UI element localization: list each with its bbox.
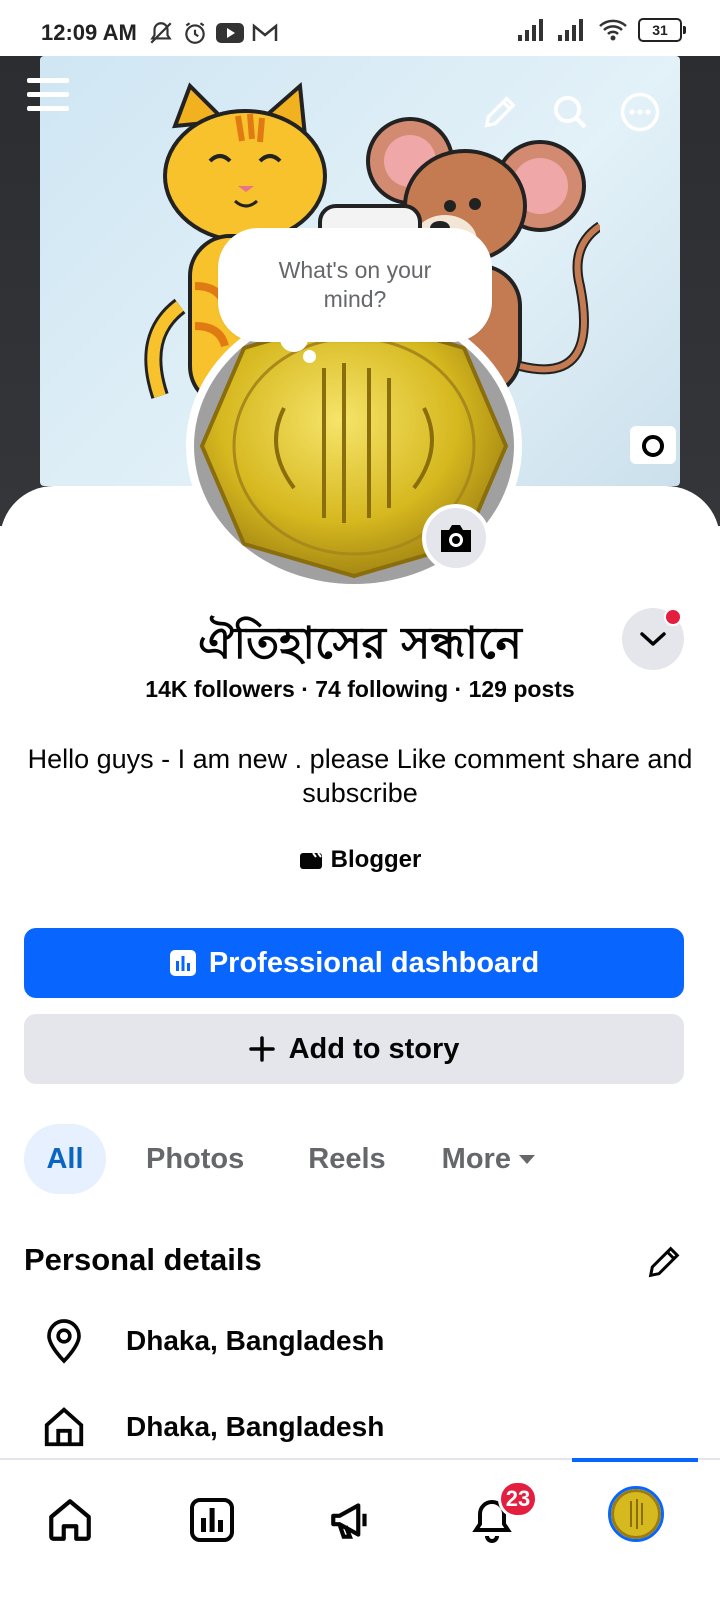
- gmail-icon: [252, 23, 278, 41]
- nav-dashboard[interactable]: [182, 1490, 242, 1550]
- edit-details-button[interactable]: [644, 1242, 684, 1282]
- edit-button[interactable]: [476, 88, 524, 136]
- profile-category: Blogger: [0, 846, 720, 874]
- signal-icon-2: [558, 19, 583, 41]
- add-story-label: Add to story: [288, 1032, 460, 1065]
- more-button[interactable]: [616, 88, 664, 136]
- nav-profile[interactable]: [608, 1486, 664, 1542]
- detail-row-hometown: Dhaka, Bangladesh: [40, 1402, 384, 1452]
- profile-name: ঐতিহাসের সন্ধানে: [198, 618, 522, 669]
- profile-stats[interactable]: 14K followers · 74 following · 129 posts: [0, 676, 720, 703]
- chevron-down-icon: [640, 632, 666, 646]
- bottom-navigation: 23: [0, 1458, 720, 1602]
- category-label: Blogger: [330, 846, 422, 873]
- detail-row-current-city: Dhaka, Bangladesh: [40, 1316, 384, 1366]
- profile-avatar-thumbnail: [611, 1489, 661, 1539]
- tab-photos[interactable]: Photos: [122, 1124, 268, 1194]
- megaphone-icon: [331, 1503, 367, 1539]
- video-clapper-icon: [299, 852, 322, 869]
- dashboard-chart-icon: [190, 1498, 234, 1542]
- menu-icon: [27, 78, 69, 111]
- personal-details-title: Personal details: [24, 1242, 262, 1277]
- camera-icon: [441, 525, 471, 552]
- alarm-icon: [185, 22, 205, 44]
- profile-picture-wrapper: [186, 300, 526, 592]
- bubble-tail-dot-small: [303, 350, 316, 363]
- location-pin-icon: [40, 1316, 88, 1366]
- detail-text: Dhaka, Bangladesh: [126, 1411, 385, 1442]
- tab-reels[interactable]: Reels: [284, 1124, 409, 1194]
- profile-tabs: All Photos Reels More: [24, 1124, 561, 1194]
- home-icon: [49, 1499, 91, 1541]
- status-icons-left: [148, 20, 278, 46]
- tab-more[interactable]: More: [418, 1124, 561, 1194]
- tab-all[interactable]: All: [24, 1124, 106, 1194]
- nav-ads[interactable]: [322, 1490, 382, 1550]
- dashboard-chart-icon: [169, 950, 196, 976]
- wifi-icon: [599, 19, 627, 41]
- youtube-icon: [216, 23, 244, 43]
- notification-count-badge: 23: [498, 1480, 538, 1518]
- status-time: 12:09 AM: [41, 20, 137, 45]
- dashboard-button-label: Professional dashboard: [208, 946, 540, 979]
- battery-indicator: 31: [638, 18, 686, 42]
- pencil-icon: [484, 96, 516, 128]
- caret-down-icon: [518, 1155, 535, 1164]
- add-to-story-button[interactable]: Add to story: [24, 1014, 684, 1084]
- profile-bio: Hello guys - I am new . please Like comm…: [27, 744, 693, 808]
- muted-bell-icon: [150, 22, 172, 44]
- home-icon: [40, 1402, 88, 1452]
- search-icon: [553, 95, 587, 129]
- active-tab-indicator: [572, 1458, 698, 1462]
- edit-cover-photo-button[interactable]: [630, 426, 676, 464]
- notification-dot: [664, 608, 682, 626]
- nav-home[interactable]: [40, 1490, 100, 1550]
- edit-profile-picture-button[interactable]: [422, 504, 490, 572]
- profile-options-button[interactable]: [622, 608, 684, 670]
- detail-text: Dhaka, Bangladesh: [126, 1325, 385, 1356]
- whats-on-your-mind-bubble[interactable]: What's on your mind?: [218, 228, 492, 342]
- status-bar: 12:09 AM 31: [0, 0, 720, 56]
- professional-dashboard-button[interactable]: Professional dashboard: [24, 928, 684, 998]
- menu-button[interactable]: [24, 70, 72, 118]
- plus-icon: [248, 1036, 275, 1062]
- signal-icon: [518, 19, 543, 41]
- more-icon: [620, 92, 660, 132]
- bubble-prompt: What's on your mind?: [278, 257, 432, 312]
- tab-more-label: More: [441, 1142, 511, 1175]
- search-button[interactable]: [546, 88, 594, 136]
- camera-icon: [642, 435, 664, 457]
- pencil-icon: [648, 1246, 680, 1278]
- bubble-tail-dot: [280, 326, 308, 352]
- status-icons-right: 31: [518, 18, 686, 42]
